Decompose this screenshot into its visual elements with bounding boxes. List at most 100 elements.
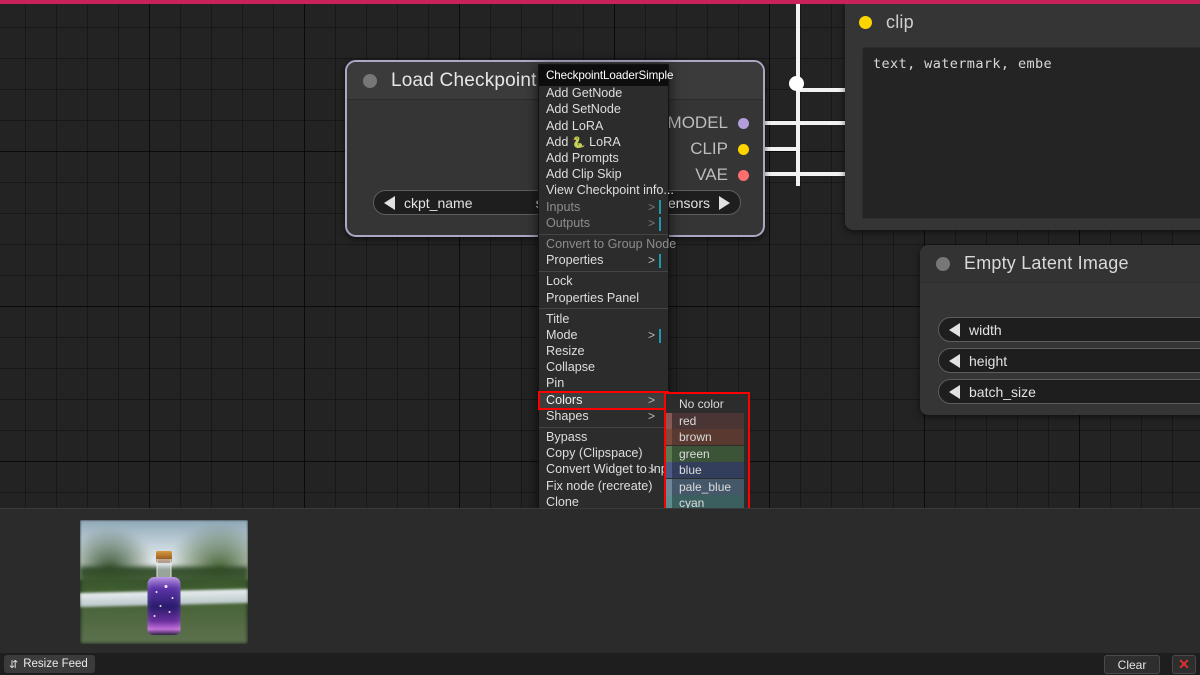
output-dot-icon[interactable] (738, 117, 749, 129)
collapse-dot-icon[interactable] (936, 256, 950, 271)
menu-item-view-checkpoint-info[interactable]: View Checkpoint info... (539, 183, 674, 199)
menu-item-add-prompts[interactable]: Add Prompts (539, 151, 668, 167)
context-menu-title: CheckpointLoaderSimple (539, 65, 673, 86)
node-titlebar[interactable]: Empty Latent Image (920, 245, 1200, 283)
close-button[interactable]: ✕ (1172, 655, 1196, 674)
output-slot-model[interactable]: MODEL (668, 110, 749, 136)
menu-separator (539, 271, 668, 273)
menu-separator (539, 233, 668, 235)
color-option-red[interactable]: red (666, 412, 744, 429)
snake-icon: 🐍 (571, 136, 586, 149)
widget-width[interactable]: width (938, 317, 1200, 342)
color-swatch (666, 412, 672, 429)
color-option-no-color[interactable]: No color (672, 396, 744, 412)
feed-thumbnail[interactable] (80, 520, 248, 644)
menu-item-clone[interactable]: Clone (539, 495, 668, 509)
chevron-right-icon[interactable] (719, 195, 730, 210)
prompt-textarea[interactable]: text, watermark, embe (862, 47, 1200, 219)
menu-item-collapse[interactable]: Collapse (539, 360, 668, 376)
menu-item-label: Add Prompts (546, 151, 619, 166)
resize-icon: ⇵ (9, 658, 19, 671)
collapse-dot-icon[interactable] (859, 15, 872, 29)
graph-canvas[interactable]: Load Checkpoint MODEL CLIP VAE ckpt_name… (0, 0, 1200, 508)
menu-item-fix-node-recreate[interactable]: Fix node (recreate) (539, 478, 668, 494)
collapse-dot-icon[interactable] (363, 73, 377, 88)
menu-item-mode[interactable]: Mode > (539, 328, 668, 344)
menu-separator (539, 308, 668, 310)
thumb-bottle-body (147, 577, 181, 635)
chevron-left-icon[interactable] (949, 322, 960, 337)
resize-feed-button[interactable]: ⇵ Resize Feed (4, 655, 95, 673)
menu-item-add-setnode[interactable]: Add SetNode (539, 102, 668, 118)
menu-item-pin[interactable]: Pin (539, 376, 668, 392)
color-option-label: green (679, 446, 710, 461)
link-wire (752, 121, 860, 125)
menu-item-label: Add GetNode (546, 86, 623, 101)
link-midpoint-dot (789, 76, 804, 91)
menu-item-resize[interactable]: Resize (539, 344, 668, 360)
menu-item-label: Colors (546, 392, 583, 407)
node-context-menu[interactable]: CheckpointLoaderSimple Add GetNode Add Se… (538, 64, 678, 509)
color-swatch (666, 462, 672, 478)
output-dot-icon[interactable] (738, 169, 749, 181)
chevron-left-icon[interactable] (949, 384, 960, 399)
color-option-brown[interactable]: brown (666, 429, 744, 445)
submenu-arrow-icon: > (647, 462, 655, 477)
output-dot-icon[interactable] (738, 143, 749, 155)
widget-batch-size[interactable]: batch_size (938, 379, 1200, 404)
menu-item-lock[interactable]: Lock (539, 274, 668, 290)
menu-separator (539, 426, 668, 428)
submenu-arrow-icon: > (647, 328, 655, 343)
chevron-left-icon[interactable] (949, 353, 960, 368)
color-option-label: No color (679, 397, 724, 411)
node-title: Load Checkpoint (391, 69, 537, 91)
text-caret (659, 216, 661, 231)
output-label: MODEL (667, 113, 728, 132)
menu-item-colors[interactable]: Colors > (538, 391, 669, 410)
color-option-label: blue (679, 463, 702, 477)
submenu-arrow-icon: > (647, 199, 655, 214)
node-title: clip (886, 11, 914, 32)
menu-item-bypass[interactable]: Bypass (539, 430, 668, 446)
menu-item-copy-clipspace[interactable]: Copy (Clipspace) (539, 446, 668, 462)
color-option-green[interactable]: green (666, 445, 744, 462)
output-slot-vae[interactable]: VAE (668, 162, 749, 188)
menu-item-label: View Checkpoint info... (546, 183, 674, 198)
menu-item-label: Outputs (546, 215, 591, 230)
color-option-blue[interactable]: blue (666, 462, 744, 478)
node-clip-text-encode[interactable]: clip text, watermark, embe (845, 0, 1200, 230)
widget-height[interactable]: height (938, 348, 1200, 373)
menu-item-shapes[interactable]: Shapes > (539, 409, 668, 425)
menu-item-label: Pin (546, 376, 565, 391)
output-slot-clip[interactable]: CLIP (668, 136, 749, 162)
menu-item-add-getnode[interactable]: Add GetNode (539, 86, 668, 102)
output-label: VAE (695, 165, 728, 184)
clear-button[interactable]: Clear (1104, 655, 1160, 674)
node-titlebar[interactable]: clip (845, 1, 1200, 43)
menu-item-label: Add 🐍 LoRA (546, 134, 621, 149)
node-empty-latent-image[interactable]: Empty Latent Image width height batch_si… (920, 245, 1200, 415)
menu-item-convert-widget-to-input[interactable]: Convert Widget to Input > (539, 462, 678, 478)
color-option-label: cyan (679, 496, 705, 508)
colors-submenu[interactable]: No colorredbrowngreenbluepale_bluecyanpu… (664, 392, 750, 508)
menu-item-add-lora[interactable]: Add 🐍 LoRA (539, 135, 668, 151)
widget-label: height (969, 352, 1008, 369)
menu-item-title[interactable]: Title (539, 311, 668, 327)
menu-item-label: Add SetNode (546, 102, 621, 117)
color-option-pale-blue[interactable]: pale_blue (666, 478, 744, 495)
menu-item-properties[interactable]: Properties > (539, 253, 668, 269)
menu-item-label: Convert to Group Node (546, 236, 677, 251)
widget-label: width (969, 321, 1002, 338)
chevron-left-icon[interactable] (384, 195, 395, 210)
color-option-cyan[interactable]: cyan (666, 495, 744, 508)
color-option-label: pale_blue (679, 479, 732, 494)
menu-item-add-lora[interactable]: Add LoRA (539, 118, 668, 134)
node-outputs: MODEL CLIP VAE (668, 110, 749, 188)
menu-item-properties-panel[interactable]: Properties Panel (539, 290, 668, 306)
menu-item-convert-to-group-node: Convert to Group Node (539, 237, 676, 253)
menu-item-add-clip-skip[interactable]: Add Clip Skip (539, 167, 668, 183)
submenu-arrow-icon: > (647, 216, 655, 231)
menu-item-label: Properties (546, 253, 604, 268)
output-label: CLIP (690, 139, 728, 158)
color-swatch (666, 445, 672, 462)
